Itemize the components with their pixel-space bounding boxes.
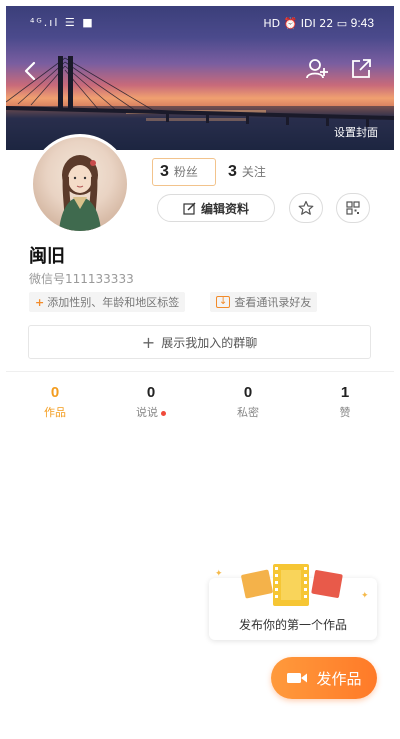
edit-icon [183, 202, 196, 215]
tab-posts-label: 说说 [136, 406, 158, 419]
profile-screen: ⁴ᴳ.ıl ☰ ■ HD ⏰ IDI 22 ▭ 9:43 设置封面 3 粉丝 3… [0, 0, 400, 739]
tab-works-count: 0 [50, 384, 60, 401]
system-indicators: HD ⏰ IDI 22 ▭ [263, 17, 348, 30]
tab-private-count: 0 [243, 384, 253, 401]
view-contacts-label: 查看通讯录好友 [234, 296, 312, 309]
follow-number: 3 [228, 163, 237, 180]
add-tags-label: 添加性别、年龄和地区标签 [47, 296, 180, 309]
back-button[interactable] [18, 58, 44, 84]
qr-code-icon [346, 201, 360, 215]
divider [6, 371, 394, 372]
tab-private-label: 私密 [237, 406, 259, 419]
favorite-button[interactable] [289, 193, 323, 223]
edit-profile-label: 编辑资料 [200, 201, 249, 216]
film-illustration-icon: ✦ ✦ [215, 564, 369, 606]
add-friend-button[interactable] [304, 56, 330, 82]
tab-works[interactable]: 0 作品 [25, 384, 85, 420]
first-work-prompt-text: 发布你的第一个作品 [238, 618, 347, 632]
wechat-id: 微信号111133333 [29, 272, 134, 286]
show-group-chats-label: 展示我加入的群聊 [161, 335, 258, 350]
qr-code-button[interactable] [336, 193, 370, 223]
share-icon [352, 59, 371, 78]
fans-label: 粉丝 [173, 165, 198, 179]
tab-likes[interactable]: 1 赞 [315, 384, 375, 420]
plus-icon: + [35, 295, 45, 309]
svg-text:✦: ✦ [215, 569, 223, 579]
tab-posts[interactable]: 0 说说 [121, 384, 181, 420]
contact-card-icon: ↓ [216, 296, 231, 308]
tab-works-label: 作品 [44, 406, 66, 419]
tab-posts-count: 0 [146, 384, 156, 401]
svg-text:✦: ✦ [361, 591, 369, 601]
follow-label: 关注 [241, 165, 266, 179]
tab-likes-label: 赞 [339, 406, 351, 419]
fans-count[interactable]: 3 粉丝 [152, 158, 216, 186]
signal-indicators: ⁴ᴳ.ıl ☰ ■ [30, 16, 95, 29]
edit-profile-button[interactable]: 编辑资料 [157, 194, 275, 222]
publish-work-button[interactable]: 发作品 [271, 657, 377, 699]
tab-private[interactable]: 0 私密 [218, 384, 278, 420]
show-group-chats-button[interactable]: + 展示我加入的群聊 [28, 325, 371, 359]
fans-number: 3 [160, 163, 169, 180]
view-contacts-button[interactable]: ↓ 查看通讯录好友 [210, 292, 318, 312]
avatar-illustration [59, 155, 101, 231]
unread-dot [161, 410, 166, 416]
follow-count[interactable]: 3 关注 [228, 158, 298, 186]
publish-work-label: 发作品 [316, 669, 362, 688]
status-bar: ⁴ᴳ.ıl ☰ ■ HD ⏰ IDI 22 ▭ 9:43 [6, 14, 394, 34]
star-icon [298, 200, 314, 215]
back-arrow-icon [24, 61, 36, 81]
add-user-icon [306, 59, 328, 79]
add-profile-tags-button[interactable]: + 添加性别、年龄和地区标签 [29, 292, 186, 312]
set-cover-button[interactable]: 设置封面 [334, 124, 378, 140]
status-time: 9:43 [350, 16, 374, 30]
avatar[interactable] [30, 134, 130, 234]
video-camera-icon [287, 673, 308, 683]
username: 闽旧 [29, 246, 65, 267]
tab-likes-count: 1 [340, 384, 350, 401]
share-button[interactable] [348, 56, 374, 82]
plus-icon: + [141, 332, 156, 352]
